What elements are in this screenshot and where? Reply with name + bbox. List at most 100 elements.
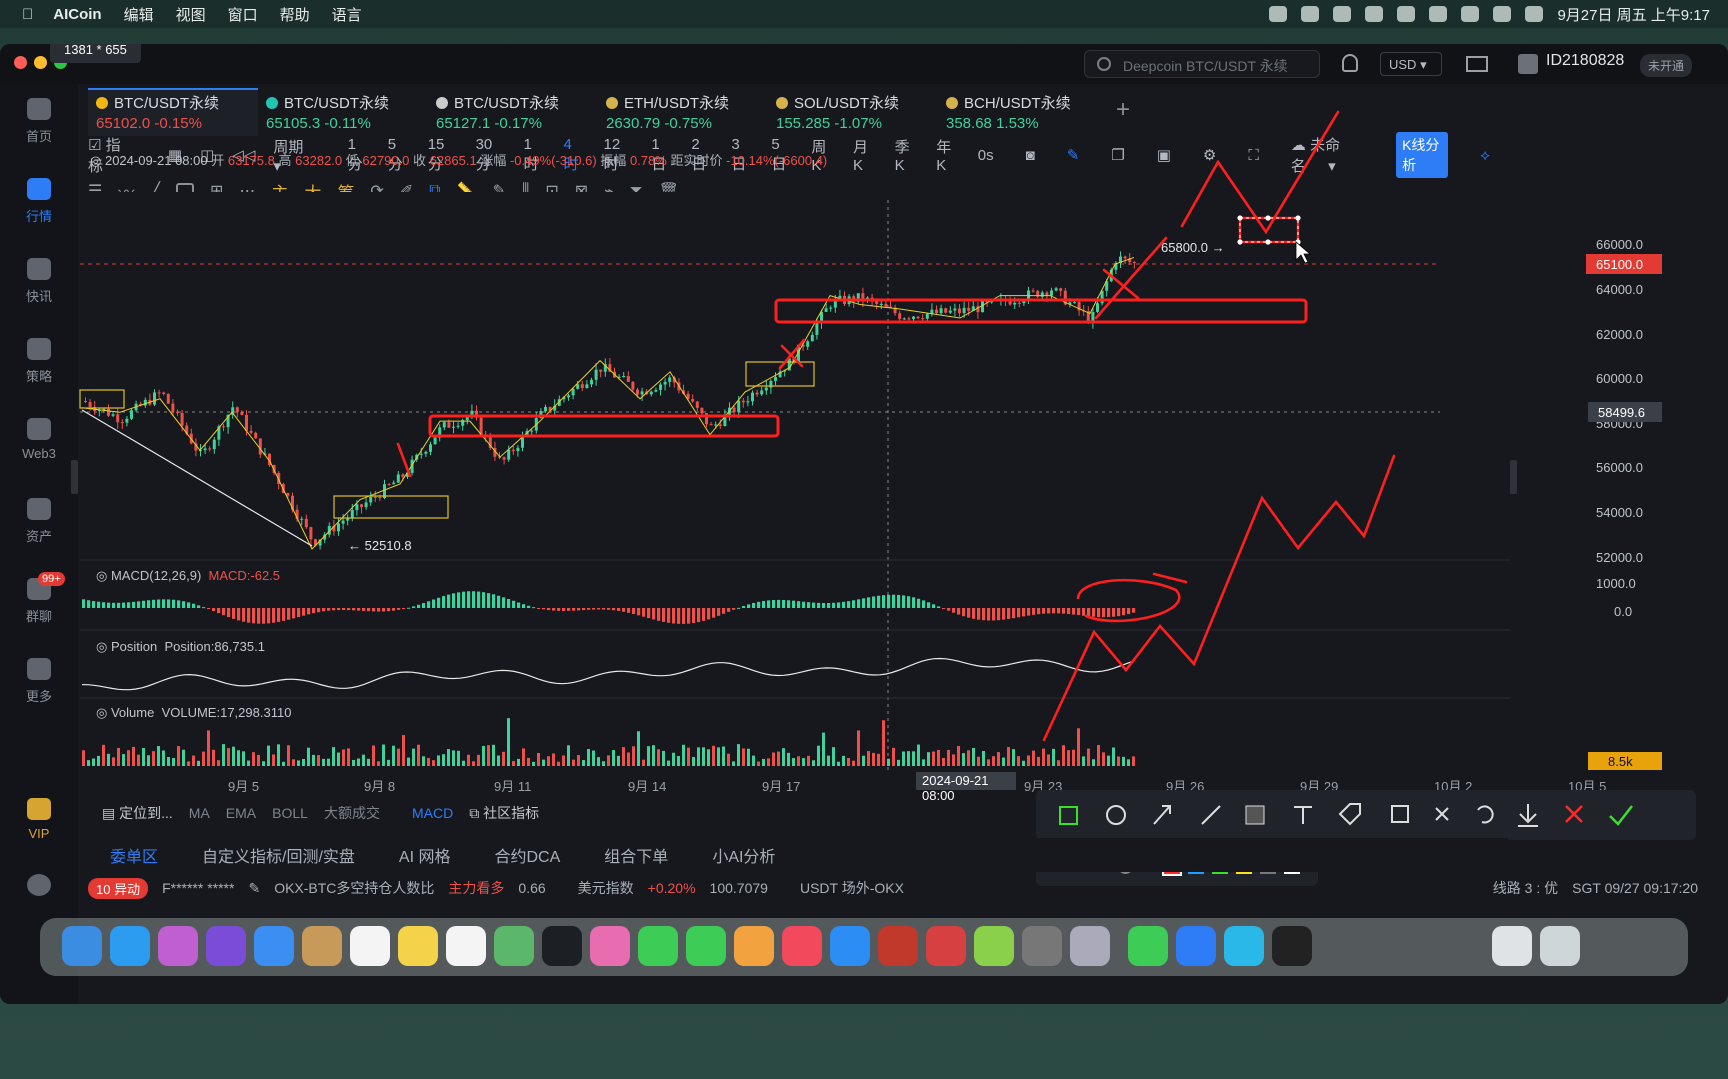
calendar-icon[interactable]: [350, 926, 390, 966]
macd-bar: [962, 608, 966, 617]
indicator-large-trades[interactable]: 大额成交: [324, 803, 380, 823]
appstore-icon[interactable]: [830, 926, 870, 966]
download-icon[interactable]: [1518, 804, 1538, 827]
facetime-icon[interactable]: [686, 926, 726, 966]
macd-bar: [977, 608, 981, 620]
rect-tool[interactable]: [1059, 806, 1078, 825]
reminders-icon[interactable]: [446, 926, 486, 966]
legend-eye-icon[interactable]: ◎: [90, 153, 105, 168]
recent-doc-icon[interactable]: [1492, 926, 1532, 966]
volume-bar: [1112, 747, 1115, 766]
mosaic-tool[interactable]: [1245, 805, 1265, 825]
locate-button[interactable]: ▤ 定位到...: [102, 803, 173, 823]
macd-bar: [252, 608, 256, 624]
macd-bar: [467, 591, 471, 608]
macd-bar: [802, 601, 806, 608]
candle-body: [180, 412, 184, 426]
notes-icon[interactable]: [398, 926, 438, 966]
macd-bar: [742, 606, 746, 608]
macd-bar: [177, 600, 181, 608]
tab-combo-order[interactable]: 组合下单: [604, 843, 668, 867]
trash-icon[interactable]: [1540, 926, 1580, 966]
tab-contract-dca[interactable]: 合约DCA: [495, 843, 561, 867]
books-icon[interactable]: [734, 926, 774, 966]
pin-icon[interactable]: [1391, 805, 1409, 823]
pen-tool[interactable]: [1201, 805, 1221, 825]
position-legend: ◎ Position Position:86,735.1: [96, 639, 265, 654]
cancel-icon[interactable]: [1565, 805, 1583, 823]
screenshot-icon[interactable]: [1070, 926, 1110, 966]
wechat-icon[interactable]: [1128, 926, 1168, 966]
arrow-tool[interactable]: [1153, 805, 1171, 825]
finder-icon[interactable]: [62, 926, 102, 966]
volume-bar: [457, 750, 460, 766]
safari-icon[interactable]: [110, 926, 150, 966]
undo-icon[interactable]: [1477, 805, 1494, 824]
tab-custom-indicator[interactable]: 自定义指标/回测/实盘: [202, 843, 355, 867]
candle-body: [741, 400, 745, 403]
music-icon[interactable]: [782, 926, 822, 966]
ocr-icon[interactable]: [1435, 807, 1449, 821]
connection-line[interactable]: 线路 3 : 优: [1493, 878, 1558, 898]
volume-bar: [82, 750, 85, 766]
candle-body: [649, 391, 653, 395]
indicator-boll[interactable]: BOLL: [272, 805, 308, 821]
selection-handle: [1237, 239, 1243, 245]
mail-icon[interactable]: [254, 926, 294, 966]
game-icon[interactable]: [878, 926, 918, 966]
low-marker: ← 52510.8: [348, 538, 412, 553]
indicator-ema[interactable]: EMA: [226, 805, 256, 821]
tab-orders[interactable]: 委单区: [110, 843, 158, 867]
macd-bar: [527, 605, 531, 608]
tab-ai-analysis[interactable]: 小AI分析: [712, 843, 775, 867]
edit-icon[interactable]: ✎: [248, 880, 260, 897]
ticker-item-3[interactable]: USDT 场外-OKX: [800, 878, 904, 898]
ticker-item-1[interactable]: OKX-BTC多空持仓人数比: [274, 878, 434, 898]
macd-bar: [97, 601, 101, 608]
tab-ai-grid[interactable]: AI 网格: [399, 843, 451, 867]
volume-bar: [502, 751, 505, 766]
volume-bar: [252, 752, 255, 766]
macd-bar: [327, 608, 331, 611]
macd-bar: [487, 593, 491, 608]
maps-icon[interactable]: [494, 926, 534, 966]
indicator-ma[interactable]: MA: [189, 805, 210, 821]
contacts-icon[interactable]: [302, 926, 342, 966]
candle-body: [921, 318, 925, 320]
stocks-icon[interactable]: [542, 926, 582, 966]
volume-bar: [817, 745, 820, 766]
ellipse-tool[interactable]: [1106, 805, 1126, 825]
volume-bar: [882, 720, 885, 766]
app-icon[interactable]: [974, 926, 1014, 966]
player-icon[interactable]: [1224, 926, 1264, 966]
launchpad-icon[interactable]: [158, 926, 198, 966]
candle-body: [84, 401, 87, 403]
volume-bar: [527, 757, 530, 766]
ticker-item-2[interactable]: 美元指数: [578, 878, 634, 898]
community-indicator-button[interactable]: ⧉ 社区指标: [469, 803, 539, 823]
macd-bar: [447, 594, 451, 608]
confirm-icon[interactable]: [1609, 805, 1633, 826]
system-settings-icon[interactable]: [1022, 926, 1062, 966]
alert-badge[interactable]: 10 异动: [88, 877, 149, 899]
time-tick: 9月 17: [762, 779, 801, 794]
candle-body: [1123, 256, 1127, 259]
price-tick: 60000.0: [1596, 371, 1643, 386]
messages-icon[interactable]: [638, 926, 678, 966]
text-tool[interactable]: [1294, 806, 1312, 824]
macd-bar: [197, 605, 201, 608]
candle-body: [695, 401, 699, 408]
candle-body: [714, 424, 718, 426]
siri-icon[interactable]: [206, 926, 246, 966]
tag-tool[interactable]: [1338, 803, 1361, 826]
indicator-macd[interactable]: MACD: [412, 805, 453, 821]
recent-window-icon[interactable]: [1272, 926, 1312, 966]
volume-legend: ◎ Volume VOLUME:17,298.3110: [96, 705, 292, 720]
volume-bar: [227, 748, 230, 766]
candle-body: [626, 376, 630, 382]
aicoin-icon[interactable]: [1176, 926, 1216, 966]
macd-bar: [967, 608, 971, 618]
wps-icon[interactable]: [926, 926, 966, 966]
volume-bar: [412, 748, 415, 766]
photos-icon[interactable]: [590, 926, 630, 966]
